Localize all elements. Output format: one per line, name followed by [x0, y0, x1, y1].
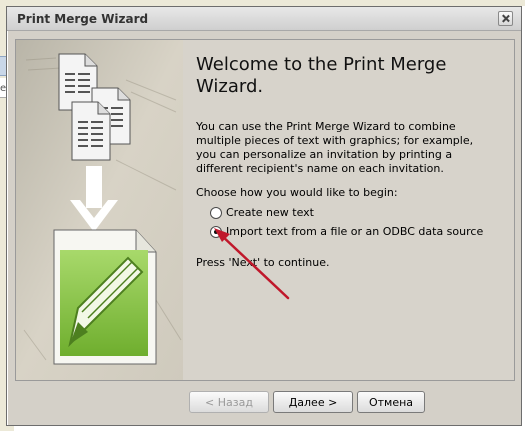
choose-prompt: Choose how you would like to begin: [196, 186, 398, 199]
page-title: Welcome to the Print Merge Wizard. [196, 54, 447, 97]
option-label: Create new text [226, 206, 314, 219]
wizard-content: Welcome to the Print Merge Wizard. You c… [188, 40, 508, 380]
print-merge-wizard-dialog: Print Merge Wizard Welcome to the Print … [6, 6, 522, 426]
radio-import-text[interactable] [210, 225, 222, 238]
radio-create-new-text[interactable] [210, 206, 222, 219]
option-create-new-text[interactable]: Create new text [210, 206, 314, 219]
next-button[interactable]: Далее > [273, 391, 353, 413]
back-button[interactable]: < Назад [189, 391, 269, 413]
title-bar[interactable]: Print Merge Wizard [7, 7, 521, 31]
button-bar: < Назад Далее > Отмена [7, 385, 521, 425]
wizard-side-graphic [16, 40, 183, 380]
close-icon[interactable] [498, 11, 513, 26]
pencil-document-icon [53, 229, 157, 365]
window-title: Print Merge Wizard [17, 12, 149, 26]
wizard-description: You can use the Print Merge Wizard to co… [196, 120, 474, 175]
cancel-button[interactable]: Отмена [357, 391, 425, 413]
wizard-panel: Welcome to the Print Merge Wizard. You c… [15, 39, 515, 381]
option-label: Import text from a file or an ODBC data … [226, 225, 484, 238]
continue-hint: Press 'Next' to continue. [196, 256, 330, 269]
option-import-text[interactable]: Import text from a file or an ODBC data … [210, 225, 483, 238]
